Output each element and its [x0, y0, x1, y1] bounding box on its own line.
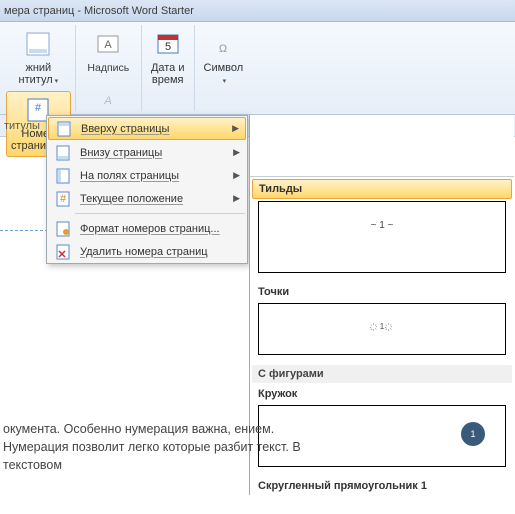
page-margins-icon: [54, 167, 72, 185]
footer-icon: [22, 28, 54, 60]
gallery-header-rounded: Скругленный прямоугольник 1: [250, 477, 514, 495]
symbol-icon: Ω: [207, 28, 239, 60]
svg-text:5: 5: [165, 41, 171, 53]
menu-separator: [75, 213, 245, 214]
gallery-preview-tildes[interactable]: ~ 1 ~: [258, 201, 506, 273]
gallery-preview-dots[interactable]: ҉ 1 ҉: [258, 303, 506, 355]
menu-page-margins[interactable]: На полях страницы ▶: [47, 164, 247, 187]
menu-bottom-of-page[interactable]: Внизу страницы ▶: [47, 141, 247, 164]
remove-icon: [54, 243, 72, 261]
gallery-header-dots: Точки: [250, 283, 514, 301]
circle-badge: 1: [461, 422, 485, 446]
svg-text:Ω: Ω: [219, 43, 227, 55]
textbox-icon: A: [92, 28, 124, 60]
menu-top-of-page[interactable]: Вверху страницы ▶: [48, 117, 246, 140]
menu-remove-numbers[interactable]: Удалить номера страниц: [47, 240, 247, 263]
page-bottom-icon: [54, 144, 72, 162]
gallery-header-circle: Кружок: [250, 385, 514, 403]
svg-text:#: #: [60, 193, 67, 205]
wordart-icon: A: [92, 80, 124, 112]
symbol-button[interactable]: Ω Символ▾: [199, 25, 249, 91]
current-position-icon: #: [54, 190, 72, 208]
format-icon: [54, 220, 72, 238]
gallery-section-shapes: С фигурами: [252, 365, 512, 383]
page-number-menu: Вверху страницы ▶ Внизу страницы ▶ На по…: [46, 115, 248, 264]
ribbon: жнийнтитул▾ # Номерстраницы▾ A Надпись A…: [0, 22, 515, 115]
datetime-button[interactable]: 5 Дата ивремя: [146, 25, 190, 89]
submenu-arrow-icon: ▶: [233, 193, 240, 204]
textbox-button[interactable]: A Надпись: [82, 25, 134, 77]
footer-button[interactable]: жнийнтитул▾: [14, 25, 64, 91]
submenu-arrow-icon: ▶: [233, 170, 240, 181]
svg-text:A: A: [104, 95, 112, 107]
svg-text:#: #: [35, 102, 42, 114]
window-title: мера страниц - Microsoft Word Starter: [0, 0, 515, 22]
menu-format-numbers[interactable]: Формат номеров страниц...: [47, 217, 247, 240]
page-top-icon: [55, 120, 73, 138]
svg-text:A: A: [105, 39, 113, 51]
menu-current-position[interactable]: # Текущее положение ▶: [47, 187, 247, 210]
submenu-arrow-icon: ▶: [232, 123, 239, 134]
datetime-icon: 5: [152, 28, 184, 60]
gallery-header-tildes: Тильды: [252, 179, 512, 199]
submenu-arrow-icon: ▶: [233, 147, 240, 158]
document-text: окумента. Особенно нумерация важна, ение…: [3, 420, 333, 474]
